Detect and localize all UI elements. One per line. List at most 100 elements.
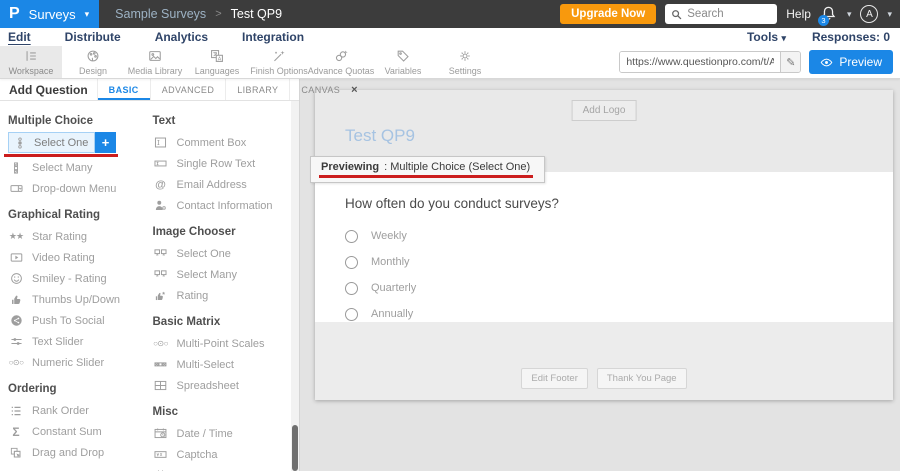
tab-library[interactable]: LIBRARY [225,79,289,100]
option-weekly[interactable]: Weekly [345,223,893,249]
tools-dropdown[interactable]: Tools ▾ [747,30,786,44]
question-type-calendar[interactable]: Calendar [153,465,292,471]
question-type-star-rating[interactable]: ★★ Star Rating [8,226,145,247]
question-type-constant-sum[interactable]: Σ Constant Sum [8,421,145,442]
question-type-push-to-social[interactable]: Push To Social [8,310,145,331]
search-input[interactable] [687,8,771,20]
radio-icon[interactable] [345,308,358,321]
question-type-drag-and-drop[interactable]: Drag and Drop [8,442,145,463]
question-type-label: Smiley - Rating [32,273,107,285]
video-rating-icon [8,251,24,264]
dropdown-menu-icon [8,182,24,195]
question-type-select-one[interactable]: Select One + [8,132,145,153]
question-type-label: Video Rating [32,252,95,264]
question-type-label: Multi-Point Scales [177,338,265,350]
question-type-smiley-rating[interactable]: Smiley - Rating [8,268,145,289]
star-rating-icon: ★★ [8,231,24,242]
thank-you-page-button[interactable]: Thank You Page [597,368,687,389]
nav-item-edit[interactable]: Edit [8,30,31,44]
responses-count[interactable]: Responses: 0 [812,30,890,44]
survey-url-input[interactable] [620,52,780,72]
toolbar-item-label: Finish Options [250,66,308,76]
toolbar-items: Workspace Design Media Library A Languag… [0,46,496,78]
option-monthly[interactable]: Monthly [345,249,893,275]
product-switcher[interactable]: Surveys [29,7,76,22]
selected-question-type[interactable]: Select One [8,132,95,153]
toolbar-item-finish-options[interactable]: Finish Options [248,46,310,78]
rank-order-icon [8,405,24,417]
scrollbar-thumb[interactable] [292,425,298,471]
question-type-label: Constant Sum [32,426,102,438]
question-type-single-row-text[interactable]: Single Row Text [153,153,292,174]
question-type-label: Multi-Select [177,359,234,371]
toolbar-item-variables[interactable]: Variables [372,46,434,78]
tab-advanced[interactable]: ADVANCED [150,79,226,100]
toolbar-item-advance-quotas[interactable]: Advance Quotas [310,46,372,78]
question-type-label: Select One [177,248,231,260]
breadcrumb: Sample Surveys > Test QP9 [115,7,282,21]
question-type-text-slider[interactable]: Text Slider [8,331,145,352]
question-type-rating[interactable]: Rating [153,285,292,306]
notifications-button[interactable]: 3 [820,5,838,23]
radio-icon[interactable] [345,230,358,243]
settings-icon [458,49,472,65]
nav-item-integration[interactable]: Integration [242,30,304,44]
svg-text:A: A [218,56,222,62]
radio-icon[interactable] [345,256,358,269]
toolbar-item-languages[interactable]: A Languages [186,46,248,78]
nav-item-analytics[interactable]: Analytics [155,30,208,44]
question-type-captcha[interactable]: Captcha [153,444,292,465]
question-type-comment-box[interactable]: Comment Box [153,132,292,153]
question-type-select-many[interactable]: Select Many [153,264,292,285]
question-text[interactable]: How often do you conduct surveys? [345,196,893,211]
advance-quotas-icon [334,49,348,65]
nav-item-distribute[interactable]: Distribute [65,30,121,44]
add-logo-button[interactable]: Add Logo [572,100,637,121]
toolbar-item-settings[interactable]: Settings [434,46,496,78]
question-type-thumbs-up-down[interactable]: Thumbs Up/Down [8,289,145,310]
option-quarterly[interactable]: Quarterly [345,275,893,301]
chevron-down-icon[interactable]: ▾ [887,9,892,20]
question-type-date-time[interactable]: Date / Time [153,423,292,444]
question-type-label: Date / Time [177,428,233,440]
upgrade-now-button[interactable]: Upgrade Now [560,4,656,24]
preview-button[interactable]: Preview [809,50,893,74]
toolbar-item-workspace[interactable]: Workspace [0,46,62,78]
tab-canvas[interactable]: CANVAS [289,79,351,100]
question-type-email-address[interactable]: @ Email Address [153,174,292,195]
survey-preview-card: Add Logo Test QP9 Previewing : Multiple … [315,90,893,400]
chevron-down-icon[interactable]: ▾ [847,9,852,20]
add-question-button[interactable]: + [95,132,116,153]
comment-box-icon [153,136,169,149]
panel-scrollbar[interactable] [291,101,299,471]
question-type-select-one[interactable]: Select One [153,243,292,264]
section-header-ordering: Ordering [8,383,145,395]
question-type-multi-select[interactable]: Multi-Select [153,354,292,375]
toolbar-right: ✎ Preview [619,46,900,78]
question-type-spreadsheet[interactable]: Spreadsheet [153,375,292,396]
question-type-contact-information[interactable]: Contact Information [153,195,292,216]
survey-title[interactable]: Test QP9 [345,126,415,146]
help-link[interactable]: Help [786,7,811,21]
close-panel-button[interactable]: × [351,79,357,100]
toolbar-item-label: Workspace [9,66,54,76]
global-search[interactable] [665,4,777,24]
subnav-right: Tools ▾ Responses: 0 [747,30,900,44]
edit-url-button[interactable]: ✎ [780,52,800,72]
toolbar-item-media-library[interactable]: Media Library [124,46,186,78]
radio-icon[interactable] [345,282,358,295]
question-type-video-rating[interactable]: Video Rating [8,247,145,268]
breadcrumb-parent[interactable]: Sample Surveys [115,7,206,21]
toolbar-item-design[interactable]: Design [62,46,124,78]
question-type-drop-down-menu[interactable]: Drop-down Menu [8,178,145,199]
edit-footer-button[interactable]: Edit Footer [521,368,587,389]
question-type-rank-order[interactable]: Rank Order [8,400,145,421]
question-type-select-many[interactable]: Select Many [8,157,145,178]
brand-area[interactable]: P Surveys ▾ [0,0,99,28]
avatar[interactable]: A [860,5,878,23]
question-type-multi-point-scales[interactable]: ○⊙○ Multi-Point Scales [153,333,292,354]
tab-basic[interactable]: BASIC [97,79,150,100]
question-type-numeric-slider[interactable]: ○⊙○ Numeric Slider [8,352,145,373]
panel-body: Multiple Choice Select One + Select Many [0,101,291,471]
single-row-icon [153,157,169,170]
